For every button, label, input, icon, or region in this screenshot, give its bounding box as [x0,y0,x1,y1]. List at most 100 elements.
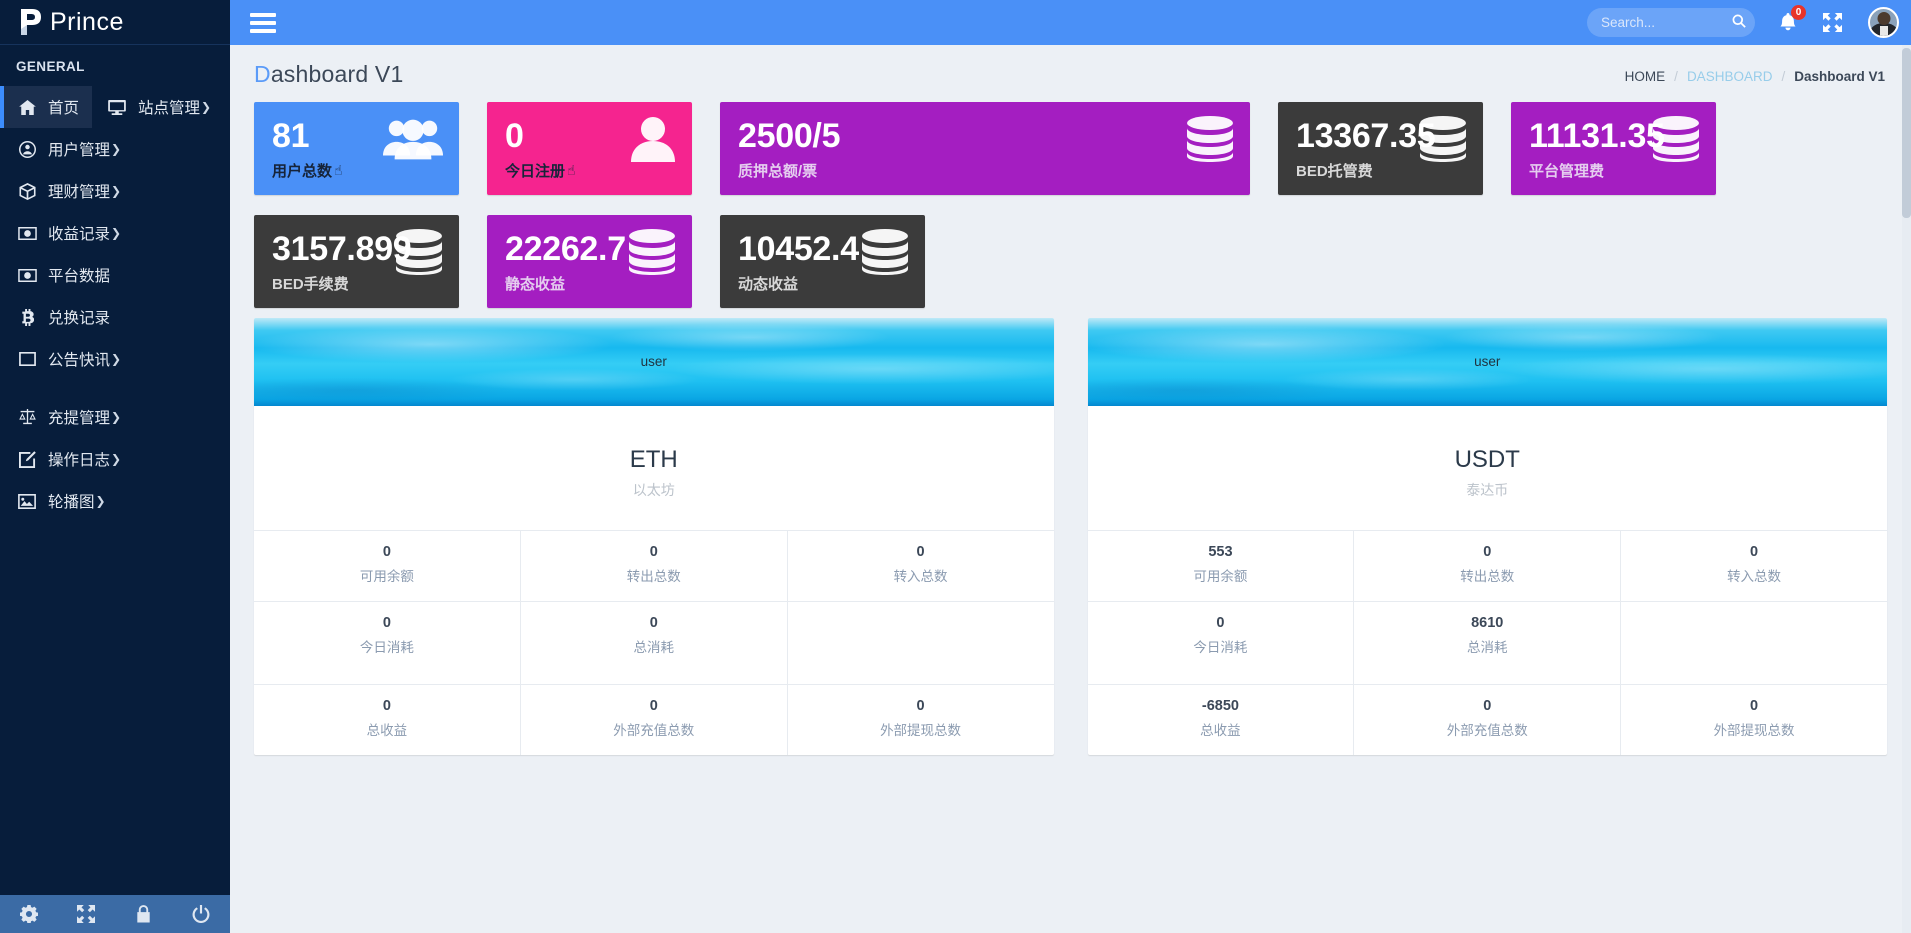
sidebar-item-finance-management[interactable]: 理财管理 ❯ [0,170,121,212]
coin-stat-row: 0 今日消耗 0 总消耗 [254,601,1054,685]
settings-button[interactable] [0,905,58,923]
box-icon [16,182,38,200]
coin-stat-label: 总消耗 [633,640,674,656]
money-icon [16,268,38,282]
stat-card-label: 平台管理费 [1529,160,1698,181]
coin-stat-cell: 0 转入总数 [1621,531,1887,601]
breadcrumb-current: Dashboard V1 [1794,69,1885,84]
stat-card[interactable]: 10452.4 动态收益 [720,215,925,309]
stat-card[interactable]: 3157.899 BED手续费 [254,215,459,309]
coin-panel-title-area: ETH 以太坊 [254,406,1054,530]
fullscreen-toggle-button[interactable] [1823,13,1842,32]
sidebar-item-site-management[interactable]: 站点管理 ❯ [92,96,211,118]
coin-stat-value: 0 [649,544,658,561]
stat-card-label: 用户总数 ☝ [272,160,441,181]
sidebar-item-carousel[interactable]: 轮播图 ❯ [0,480,106,522]
search-input[interactable] [1587,8,1755,37]
stat-card[interactable]: 11131.35 平台管理费 [1511,102,1716,196]
coin-stat-value: 8610 [1471,615,1504,632]
sidebar-row-home: 首页 站点管理 ❯ [0,86,230,128]
search-icon[interactable] [1732,14,1746,28]
user-circle-icon [16,140,38,158]
coin-stat-row: -6850 总收益 0 外部充值总数 0 外部提现总数 [1087,684,1887,756]
stat-card-label: BED托管费 [1296,160,1465,181]
sidebar: Prince GENERAL 首页 站点管理 ❯ 用户管理 ❯ 理财管理 ❯ 收… [0,0,230,933]
sidebar-item-operation-log[interactable]: 操作日志 ❯ [0,438,121,480]
lock-button[interactable] [115,905,173,923]
coin-stat-value: 0 [916,544,925,561]
stat-card[interactable]: 81 用户总数 ☝ [254,102,459,196]
coin-stat-cell: 0 转出总数 [1354,531,1622,602]
stat-card-label-text: 质押总额/票 [738,163,818,181]
stat-card-label-text: 动态收益 [738,276,799,294]
database-icon [395,229,443,276]
coin-stat-cell [788,602,1054,684]
page-title-rest: ashboard V1 [270,61,404,87]
sidebar-item-home[interactable]: 首页 [0,86,92,128]
sidebar-item-user-management[interactable]: 用户管理 ❯ [0,128,121,170]
coin-stat-cell: 0 总收益 [254,685,521,756]
home-icon [16,99,38,115]
sidebar-item-platform-data[interactable]: 平台数据 [0,254,111,296]
coin-stat-cell [1621,602,1887,684]
page-title: Dashboard V1 [254,61,403,88]
sidebar-row-platform-data: 平台数据 [0,254,230,296]
sidebar-item-label: 充提管理 [48,410,111,427]
sidebar-row-user-management: 用户管理 ❯ [0,128,230,170]
monitor-icon [106,99,128,115]
stat-card[interactable]: 13367.35 BED托管费 [1278,102,1483,196]
chevron-right-icon: ❯ [111,452,122,466]
bitcoin-icon [16,308,38,326]
money-icon [16,226,38,240]
coin-stat-cell: 0 外部提现总数 [788,685,1054,755]
coin-panel-banner: user [1087,318,1887,407]
stat-card[interactable]: 0 今日注册 ☝ [487,102,692,196]
brand-logo-area[interactable]: Prince [0,0,230,45]
coin-stat-row: 0 今日消耗 8610 总消耗 [1087,601,1887,685]
sidebar-nav: 首页 站点管理 ❯ 用户管理 ❯ 理财管理 ❯ 收益记录 ❯ 平台数据 兑换记录… [0,86,230,522]
coin-stat-cell: 0 今日消耗 [1088,602,1355,685]
breadcrumb-home[interactable]: HOME [1625,69,1666,84]
database-icon [628,229,676,276]
lock-icon [136,905,151,923]
stat-card-label-text: 用户总数 [272,163,333,181]
balance-scale-icon [16,408,38,426]
sidebar-row-finance-management: 理财管理 ❯ [0,170,230,212]
stat-card[interactable]: 2500/5 质押总额/票 [720,102,1250,196]
thumbs-up-icon: ☝ [567,162,576,179]
fullscreen-button[interactable] [58,905,116,923]
stat-card-value: 2500/5 [738,117,841,155]
sidebar-row-exchange-records: 兑换记录 [0,296,230,338]
stat-card-label-text: BED托管费 [1296,163,1373,181]
chevron-right-icon: ❯ [95,494,106,508]
sidebar-item-label: 理财管理 [48,184,111,201]
sidebar-item-announcements[interactable]: 公告快讯 ❯ [0,338,121,380]
database-icon [1419,116,1467,162]
scrollbar-thumb[interactable] [1902,48,1911,218]
avatar[interactable] [1868,7,1899,38]
stat-card-label: 动态收益 [738,273,907,294]
gear-icon [19,905,38,923]
search-box [1587,8,1755,37]
sidebar-row-income-records: 收益记录 ❯ [0,212,230,254]
sidebar-item-income-records[interactable]: 收益记录 ❯ [0,212,121,254]
stat-card-label: 静态收益 [505,273,674,294]
notifications-button[interactable]: 0 [1779,5,1806,32]
sidebar-item-label: 操作日志 [48,452,111,469]
database-icon [861,229,909,276]
power-button[interactable] [173,905,231,923]
breadcrumb-dashboard[interactable]: DASHBOARD [1687,69,1773,84]
coin-stat-value: 0 [649,615,658,632]
coin-stat-label: 总消耗 [1466,640,1508,656]
avatar-head [1877,12,1890,25]
coin-stat-label: 总收益 [1200,723,1241,739]
stat-cards-area: 81 用户总数 ☝ 0 今日注册 ☝ 2500/5 质押总额/票 13367.35 BED托管费 1… [230,88,1911,309]
stat-card[interactable]: 22262.7 静态收益 [487,215,692,309]
sidebar-item-deposit-withdraw[interactable]: 充提管理 ❯ [0,396,121,438]
chevron-right-icon: ❯ [111,352,122,366]
sidebar-item-label: 公告快讯 [48,352,111,369]
hamburger-icon[interactable] [250,9,276,37]
coin-stat-value: 0 [649,698,658,715]
sidebar-item-exchange-records[interactable]: 兑换记录 [0,296,111,338]
notification-count-badge: 0 [1791,5,1806,20]
